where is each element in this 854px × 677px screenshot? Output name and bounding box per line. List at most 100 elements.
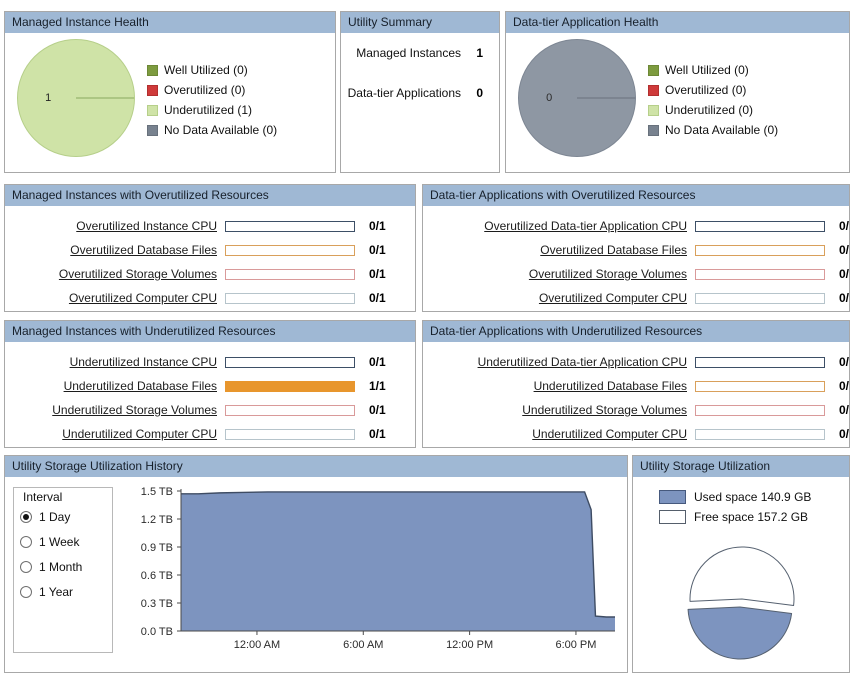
resource-row: Underutilized Computer CPU 0/1 bbox=[5, 422, 415, 446]
managed-instances-overutilized-panel: Managed Instances with Overutilized Reso… bbox=[4, 184, 416, 312]
radio-icon[interactable] bbox=[20, 510, 32, 523]
managed-instance-health-panel: Managed Instance Health 1 Well Utilized … bbox=[4, 11, 336, 173]
interval-fieldset: Interval 1 Day 1 Week 1 Month 1 Year bbox=[13, 487, 113, 653]
legend-item: Overutilized (0) bbox=[648, 80, 849, 100]
resource-link-underutilized-storage-volumes[interactable]: Underutilized Storage Volumes bbox=[423, 403, 695, 417]
resource-row: Underutilized Storage Volumes 0/0 bbox=[423, 398, 849, 422]
resource-bar bbox=[225, 404, 355, 416]
pie-data-label: 1 bbox=[45, 92, 52, 104]
storage-utilization-pie-svg bbox=[687, 546, 795, 660]
storage-pie-wrap bbox=[633, 541, 849, 661]
panel-body: Overutilized Instance CPU 0/1 Overutiliz… bbox=[5, 206, 415, 311]
radio-icon[interactable] bbox=[20, 560, 32, 573]
svg-text:6:00 AM: 6:00 AM bbox=[343, 639, 383, 651]
panel-body: Underutilized Instance CPU 0/1 Underutil… bbox=[5, 342, 415, 447]
well-utilized-swatch-icon bbox=[147, 64, 158, 76]
resource-bar bbox=[695, 356, 825, 368]
utility-dashboard: Managed Instance Health 1 Well Utilized … bbox=[0, 0, 854, 677]
resource-row: Overutilized Database Files 0/0 bbox=[423, 238, 849, 262]
svg-text:0.6 TB: 0.6 TB bbox=[141, 570, 173, 582]
pie-slice-divider bbox=[577, 97, 635, 99]
panel-title: Utility Storage Utilization History bbox=[5, 456, 627, 477]
resource-link-overutilized-computer-cpu[interactable]: Overutilized Computer CPU bbox=[423, 291, 695, 305]
resource-row: Overutilized Computer CPU 0/1 bbox=[5, 286, 415, 310]
legend-item: Underutilized (1) bbox=[147, 100, 335, 120]
interval-option-1-month[interactable]: 1 Month bbox=[20, 554, 106, 579]
legend-item-label: Overutilized (0) bbox=[164, 83, 246, 97]
interval-legend-label: Interval bbox=[20, 490, 66, 504]
resource-link-overutilized-storage-volumes[interactable]: Overutilized Storage Volumes bbox=[423, 267, 695, 281]
underutilized-swatch-icon bbox=[147, 104, 158, 116]
panel-body: 0 Well Utilized (0) Overutilized (0) Und… bbox=[506, 33, 849, 172]
summary-value: 0 bbox=[476, 86, 483, 100]
resource-link-overutilized-storage-volumes[interactable]: Overutilized Storage Volumes bbox=[5, 267, 225, 281]
resource-row: Underutilized Computer CPU 0/0 bbox=[423, 422, 849, 446]
resource-value: 0/1 bbox=[369, 243, 386, 257]
legend-item: Free space 157.2 GB bbox=[659, 507, 849, 527]
datatier-application-health-panel: Data-tier Application Health 0 Well Util… bbox=[505, 11, 850, 173]
resource-row: Underutilized Database Files 0/0 bbox=[423, 374, 849, 398]
resource-value: 0/1 bbox=[369, 355, 386, 369]
resource-link-overutilized-database-files[interactable]: Overutilized Database Files bbox=[5, 243, 225, 257]
legend-item-label: Overutilized (0) bbox=[665, 83, 747, 97]
resource-value: 0/0 bbox=[839, 219, 850, 233]
interval-option-1-week[interactable]: 1 Week bbox=[20, 529, 106, 554]
interval-option-label: 1 Year bbox=[39, 584, 74, 599]
panel-body: Underutilized Data-tier Application CPU … bbox=[423, 342, 849, 447]
resource-row: Underutilized Instance CPU 0/1 bbox=[5, 350, 415, 374]
resource-value: 0/0 bbox=[839, 355, 850, 369]
legend-item: Used space 140.9 GB bbox=[659, 487, 849, 507]
resource-link-underutilized-computer-cpu[interactable]: Underutilized Computer CPU bbox=[423, 427, 695, 441]
resource-link-overutilized-instance-cpu[interactable]: Overutilized Instance CPU bbox=[5, 219, 225, 233]
overutilized-swatch-icon bbox=[147, 84, 158, 96]
resource-value: 1/1 bbox=[369, 379, 386, 393]
resource-link-overutilized-database-files[interactable]: Overutilized Database Files bbox=[423, 243, 695, 257]
resource-link-underutilized-storage-volumes[interactable]: Underutilized Storage Volumes bbox=[5, 403, 225, 417]
interval-option-1-day[interactable]: 1 Day bbox=[20, 504, 106, 529]
resource-link-overutilized-datatier-application-cpu[interactable]: Overutilized Data-tier Application CPU bbox=[423, 219, 695, 233]
interval-option-1-year[interactable]: 1 Year bbox=[20, 579, 106, 604]
interval-option-label: 1 Day bbox=[39, 509, 71, 524]
panel-title: Managed Instances with Overutilized Reso… bbox=[5, 185, 415, 206]
legend-item-label: Underutilized (1) bbox=[164, 103, 253, 117]
panel-body: Interval 1 Day 1 Week 1 Month 1 Year 0.0… bbox=[5, 477, 627, 672]
no-data-swatch-icon bbox=[147, 124, 158, 136]
panel-body: Used space 140.9 GB Free space 157.2 GB bbox=[633, 477, 849, 672]
resource-bar bbox=[225, 220, 355, 232]
radio-icon[interactable] bbox=[20, 535, 32, 548]
resource-link-underutilized-datatier-application-cpu[interactable]: Underutilized Data-tier Application CPU bbox=[423, 355, 695, 369]
resource-value: 0/0 bbox=[839, 403, 850, 417]
legend-item-label: Well Utilized (0) bbox=[665, 63, 749, 77]
resource-bar bbox=[225, 380, 355, 392]
resource-value: 0/1 bbox=[369, 427, 386, 441]
utility-storage-utilization-panel: Utility Storage Utilization Used space 1… bbox=[632, 455, 850, 673]
radio-icon[interactable] bbox=[20, 585, 32, 598]
resource-row: Overutilized Instance CPU 0/1 bbox=[5, 214, 415, 238]
legend: Well Utilized (0) Overutilized (0) Under… bbox=[147, 33, 335, 140]
resource-link-underutilized-database-files[interactable]: Underutilized Database Files bbox=[423, 379, 695, 393]
svg-text:0.3 TB: 0.3 TB bbox=[141, 598, 173, 610]
panel-title: Utility Summary bbox=[341, 12, 499, 33]
resource-link-underutilized-instance-cpu[interactable]: Underutilized Instance CPU bbox=[5, 355, 225, 369]
resource-bar bbox=[695, 220, 825, 232]
resource-row: Underutilized Data-tier Application CPU … bbox=[423, 350, 849, 374]
resource-row: Underutilized Storage Volumes 0/1 bbox=[5, 398, 415, 422]
resource-bar bbox=[695, 292, 825, 304]
resource-bar bbox=[225, 356, 355, 368]
resource-link-overutilized-computer-cpu[interactable]: Overutilized Computer CPU bbox=[5, 291, 225, 305]
resource-value: 0/1 bbox=[369, 291, 386, 305]
svg-text:1.2 TB: 1.2 TB bbox=[141, 514, 173, 526]
legend-item-label: No Data Available (0) bbox=[164, 123, 278, 137]
summary-value: 1 bbox=[476, 46, 483, 60]
panel-title: Data-tier Applications with Overutilized… bbox=[423, 185, 849, 206]
resource-link-underutilized-computer-cpu[interactable]: Underutilized Computer CPU bbox=[5, 427, 225, 441]
resource-link-underutilized-database-files[interactable]: Underutilized Database Files bbox=[5, 379, 225, 393]
storage-history-svg: 0.0 TB 0.3 TB 0.6 TB 0.9 TB 1.2 TB 1.5 TB 12:0… bbox=[141, 486, 615, 651]
free-space-swatch-icon bbox=[659, 510, 686, 524]
datatier-application-health-pie: 0 bbox=[506, 33, 648, 163]
panel-title: Data-tier Applications with Underutilize… bbox=[423, 321, 849, 342]
datatier-applications-overutilized-panel: Data-tier Applications with Overutilized… bbox=[422, 184, 850, 312]
legend: Well Utilized (0) Overutilized (0) Under… bbox=[648, 33, 849, 140]
resource-row: Overutilized Storage Volumes 0/0 bbox=[423, 262, 849, 286]
panel-body: Overutilized Data-tier Application CPU 0… bbox=[423, 206, 849, 311]
